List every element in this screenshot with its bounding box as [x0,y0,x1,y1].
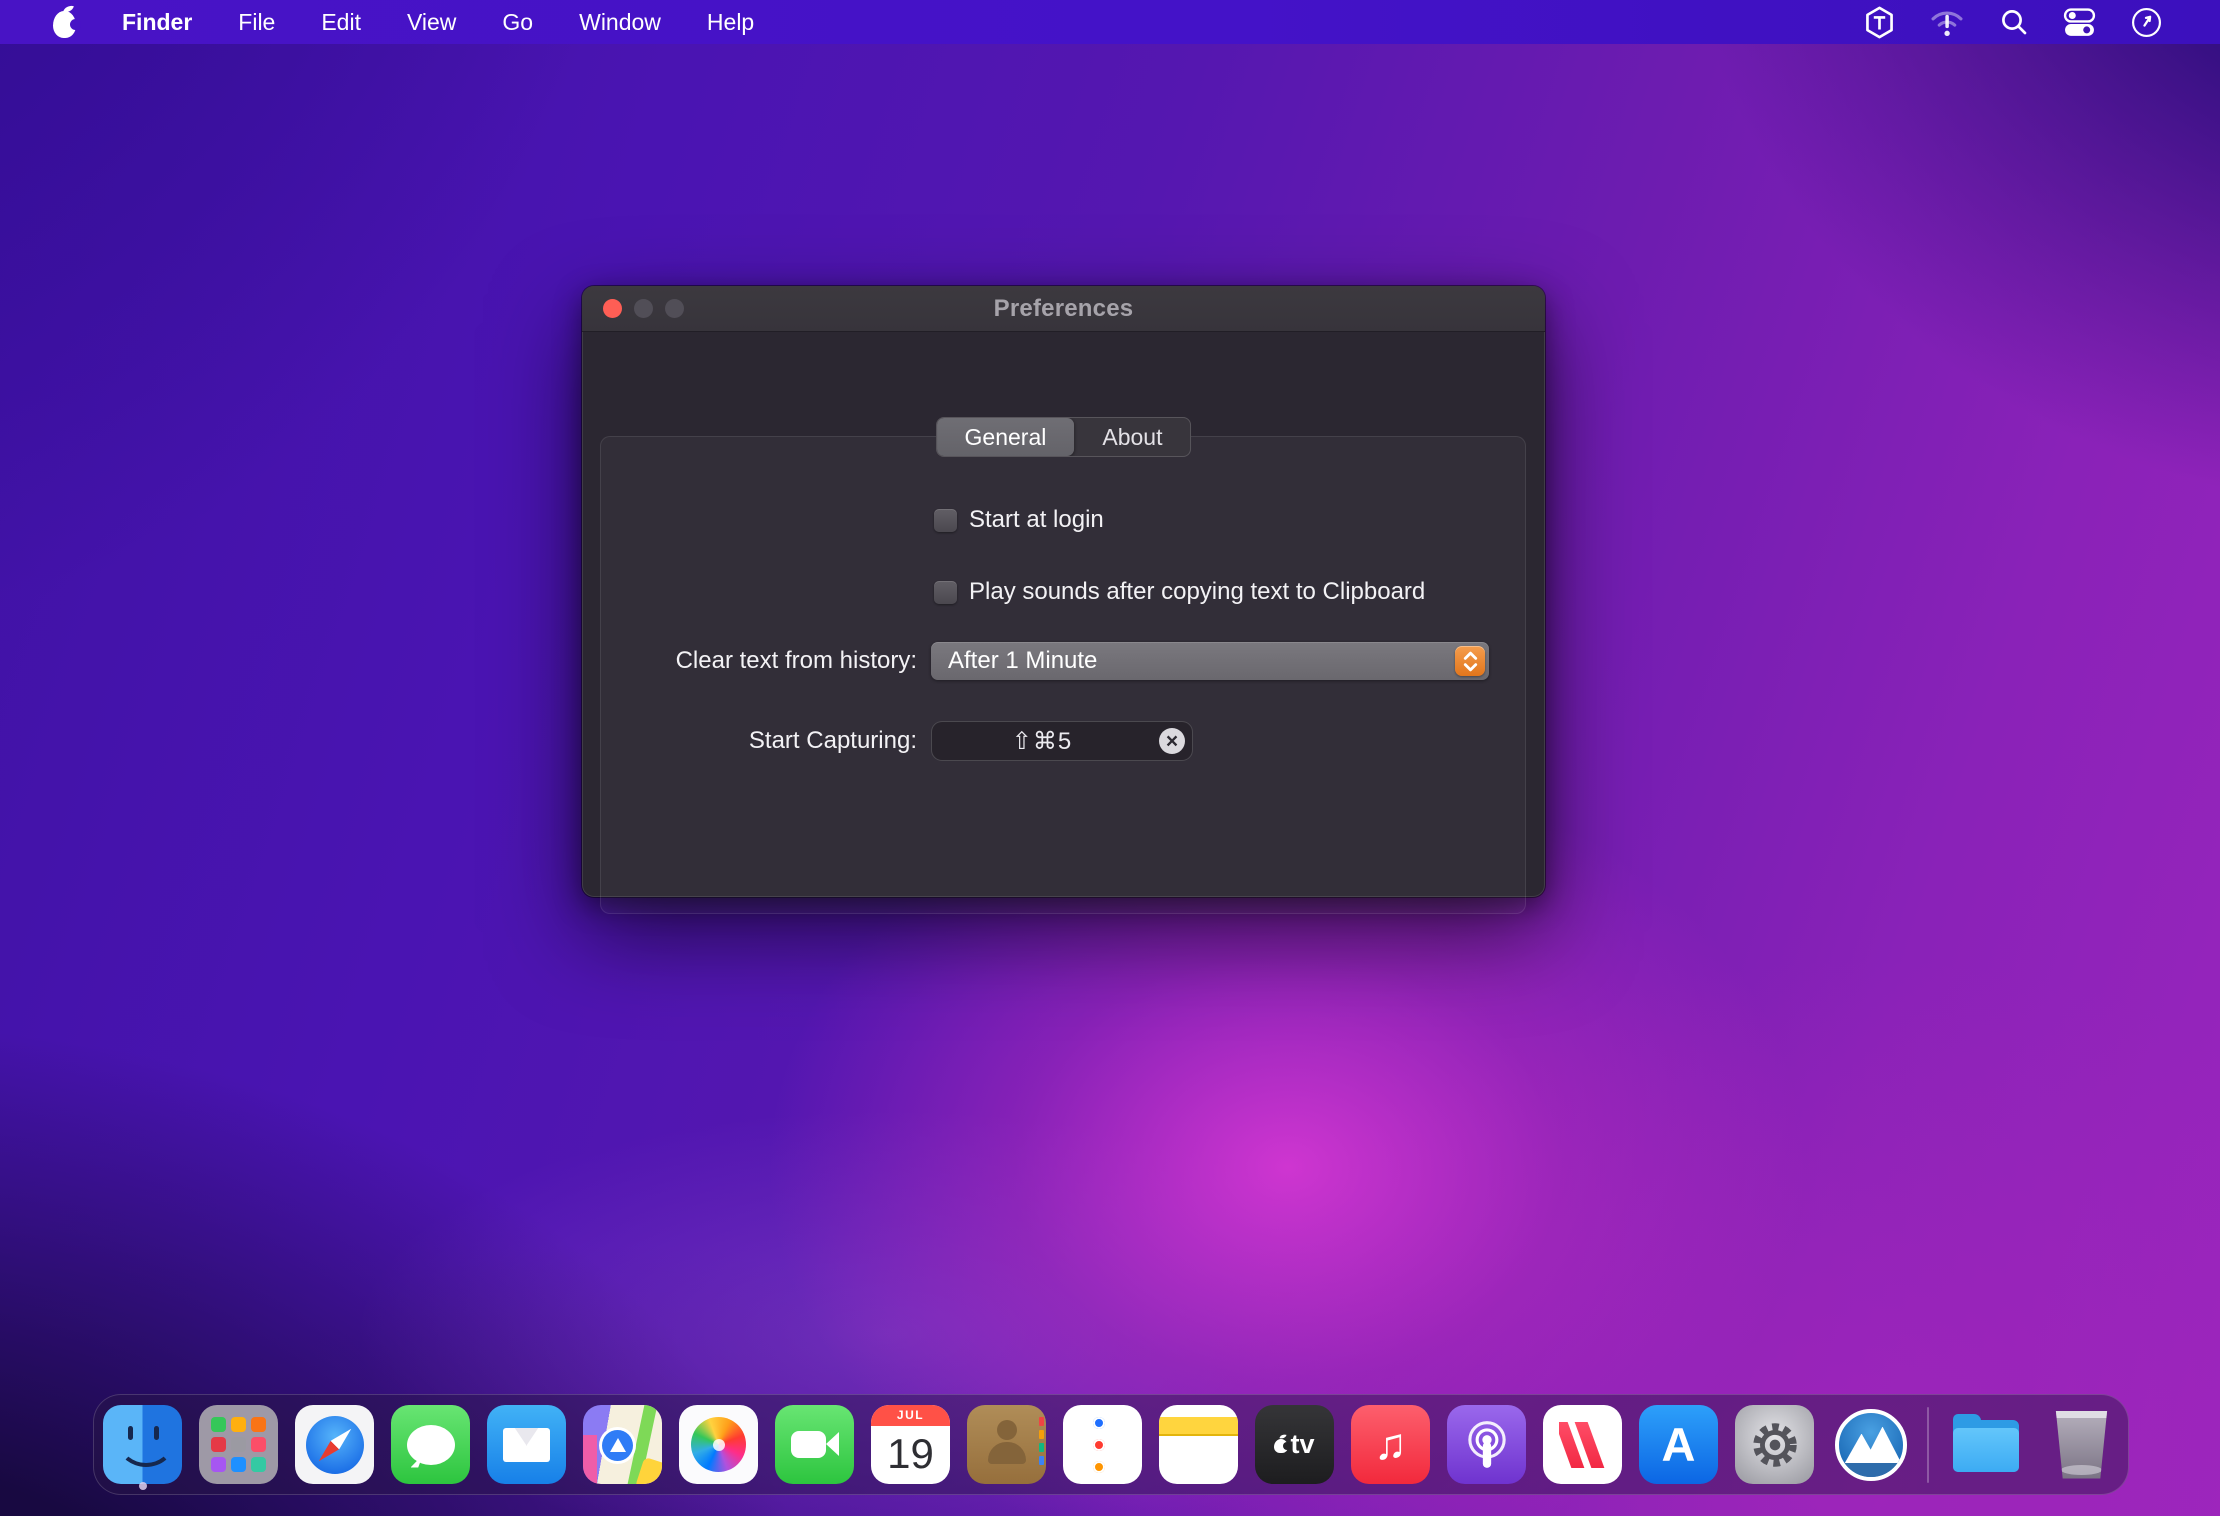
dock-item-reminders[interactable] [1063,1405,1142,1484]
tab-about[interactable]: About [1074,418,1190,456]
dock-item-contacts[interactable] [967,1405,1046,1484]
menu-app-finder[interactable]: Finder [99,0,215,44]
dock-item-messages[interactable] [391,1405,470,1484]
preferences-window: Preferences General About Start at login… [582,286,1545,897]
spotlight-search-icon[interactable] [1982,0,2046,44]
dock-item-mail[interactable] [487,1405,566,1484]
appletv-label: tv [1290,1429,1314,1460]
control-center-icon[interactable] [2046,0,2113,44]
tab-general[interactable]: General [937,418,1075,456]
start-capturing-shortcut-field[interactable]: ⇧⌘5 × [931,721,1193,761]
menu-bar-status-area [1847,0,2220,44]
menu-go[interactable]: Go [479,0,556,44]
music-note-glyph: ♫ [1374,1420,1407,1470]
start-capturing-label: Start Capturing: [749,727,917,755]
menu-view[interactable]: View [384,0,479,44]
shortcut-value: ⇧⌘5 [1012,727,1072,756]
start-at-login-row: Start at login [934,506,1104,534]
close-button[interactable] [603,299,622,318]
dock-divider [1927,1407,1929,1483]
traffic-lights [603,286,684,331]
play-sounds-row: Play sounds after copying text to Clipbo… [934,578,1425,606]
dock-item-music[interactable]: ♫ [1351,1405,1430,1484]
hexagon-t-app-icon[interactable] [1847,0,1912,44]
dock-item-calendar[interactable]: JUL 19 [871,1405,950,1484]
dock-item-downloads-folder[interactable] [1946,1405,2025,1484]
apple-logo-small-icon [1274,1439,1288,1453]
dock-item-trash[interactable] [2042,1405,2121,1484]
menu-help[interactable]: Help [684,0,777,44]
dock-item-maps[interactable] [583,1405,662,1484]
dock-item-facetime[interactable] [775,1405,854,1484]
clock-icon[interactable] [2113,0,2180,44]
dock-item-photos[interactable] [679,1405,758,1484]
tab-bar: General About [936,417,1192,457]
dock-item-app-store[interactable]: A [1639,1405,1718,1484]
apple-menu[interactable] [30,0,99,44]
start-at-login-checkbox[interactable] [934,509,957,532]
calendar-month-label: JUL [871,1405,950,1426]
wifi-warning-icon[interactable] [1912,0,1982,44]
dock-item-finder[interactable] [103,1405,182,1484]
dock-item-system-preferences[interactable] [1735,1405,1814,1484]
calendar-day-label: 19 [871,1426,950,1484]
menu-bar-left: Finder File Edit View Go Window Help [0,0,777,44]
menu-bar: Finder File Edit View Go Window Help [0,0,2220,44]
appstore-a-glyph: A [1662,1417,1696,1472]
finder-running-indicator [139,1482,147,1490]
window-content: General About Start at login Play sounds… [582,332,1545,896]
start-at-login-label: Start at login [969,506,1104,534]
zoom-button[interactable] [665,299,684,318]
menu-file[interactable]: File [215,0,298,44]
dock-item-launchpad[interactable] [199,1405,278,1484]
window-titlebar[interactable]: Preferences [582,286,1545,332]
dock-item-safari[interactable] [295,1405,374,1484]
clear-history-label: Clear text from history: [676,647,917,675]
minimize-button[interactable] [634,299,653,318]
apple-logo-icon [53,11,76,38]
popup-chevrons-icon [1455,646,1485,676]
clear-shortcut-button[interactable]: × [1159,728,1185,754]
dock-item-news[interactable] [1543,1405,1622,1484]
clear-history-selected-value: After 1 Minute [931,647,1097,675]
dock-item-apple-tv[interactable]: tv [1255,1405,1334,1484]
menu-window[interactable]: Window [556,0,684,44]
dock-item-podcasts[interactable] [1447,1405,1526,1484]
clear-history-select[interactable]: After 1 Minute [931,642,1489,680]
dock: JUL 19 tv ♫ A [93,1394,2129,1495]
dock-item-notes[interactable] [1159,1405,1238,1484]
dock-item-mountain-app[interactable] [1831,1405,1910,1484]
window-title: Preferences [994,295,1134,323]
play-sounds-checkbox[interactable] [934,581,957,604]
play-sounds-label: Play sounds after copying text to Clipbo… [969,578,1425,606]
menu-edit[interactable]: Edit [298,0,384,44]
